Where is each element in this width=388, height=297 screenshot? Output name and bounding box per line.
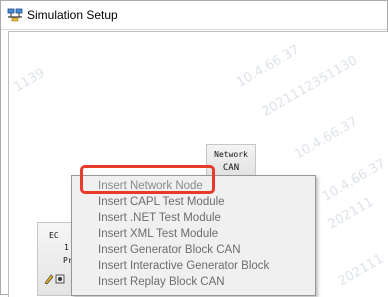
ecu-node-label: EC xyxy=(49,231,59,240)
window-title: Simulation Setup xyxy=(27,8,118,22)
title-bar: Simulation Setup xyxy=(1,1,387,30)
pencil-icon xyxy=(44,274,54,285)
menu-item-insert-replay-block-can[interactable]: Insert Replay Block CAN xyxy=(72,274,315,290)
network-node-label: Network xyxy=(214,150,248,159)
menu-item-insert-capl-test-module[interactable]: Insert CAPL Test Module xyxy=(72,194,315,210)
simulation-setup-icon xyxy=(7,8,23,22)
menu-item-insert-interactive-generator-block[interactable]: Insert Interactive Generator Block xyxy=(72,258,315,274)
simulation-setup-window: Simulation Setup 10.4.66.37 202111235113… xyxy=(0,0,388,297)
ecu-node-icons xyxy=(44,274,65,285)
menu-item-insert-net-test-module[interactable]: Insert .NET Test Module xyxy=(72,210,315,226)
menu-item-insert-generator-block-can[interactable]: Insert Generator Block CAN xyxy=(72,242,315,258)
highlight-box xyxy=(80,165,215,194)
menu-item-insert-xml-test-module[interactable]: Insert XML Test Module xyxy=(72,226,315,242)
ecu-node-number: 1 xyxy=(64,243,69,252)
